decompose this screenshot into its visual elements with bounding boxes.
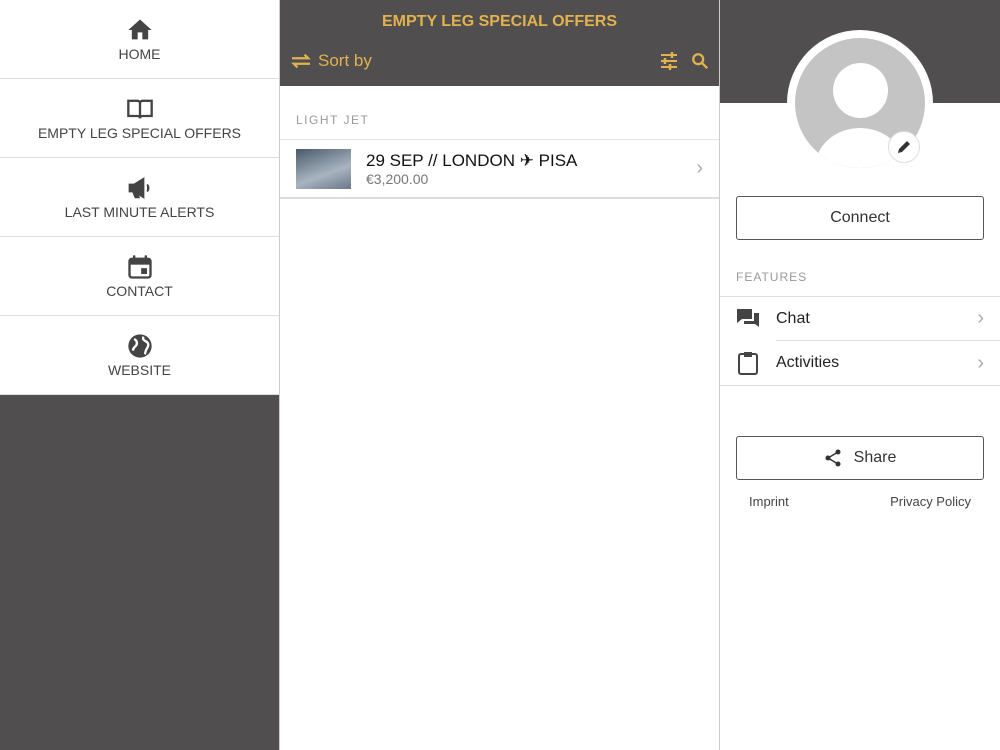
nav-item-contact[interactable]: CONTACT <box>0 237 279 316</box>
globe-icon <box>127 334 152 358</box>
nav-label: HOME <box>118 46 161 62</box>
nav-label: CONTACT <box>106 283 173 299</box>
imprint-link[interactable]: Imprint <box>749 494 789 509</box>
clipboard-icon <box>738 352 758 375</box>
nav-label: LAST MINUTE ALERTS <box>64 204 215 220</box>
offer-title: 29 SEP // LONDON ✈ PISA <box>366 150 578 170</box>
share-label: Share <box>853 449 897 466</box>
privacy-policy-link[interactable]: Privacy Policy <box>890 494 971 509</box>
features-label: FEATURES <box>736 270 808 284</box>
feature-label: Chat <box>776 309 810 327</box>
jet-thumbnail <box>296 148 351 189</box>
offers-panel: EMPTY LEG SPECIAL OFFERS Sort by LIGHT J… <box>280 0 720 750</box>
calendar-icon <box>127 255 152 279</box>
feature-chat[interactable]: Chat › <box>720 297 1000 341</box>
nav-label: EMPTY LEG SPECIAL OFFERS <box>37 125 242 141</box>
chevron-right-icon: › <box>696 157 703 179</box>
share-button[interactable]: Share <box>736 436 984 480</box>
nav-item-last-minute[interactable]: LAST MINUTE ALERTS <box>0 158 279 237</box>
megaphone-icon <box>128 177 149 199</box>
feature-activities[interactable]: Activities › <box>720 341 1000 385</box>
sort-button[interactable]: Sort by <box>290 51 372 71</box>
share-icon <box>825 449 841 467</box>
filter-sliders-icon[interactable] <box>659 51 679 71</box>
edit-pencil-icon[interactable] <box>888 131 920 163</box>
offer-price: €3,200.00 <box>366 170 429 187</box>
page-title: EMPTY LEG SPECIAL OFFERS <box>382 13 617 30</box>
connect-button[interactable]: Connect <box>736 196 984 240</box>
nav-item-empty-leg[interactable]: EMPTY LEG SPECIAL OFFERS <box>0 79 279 158</box>
side-menu: HOME EMPTY LEG SPECIAL OFFERS LAST MINUT… <box>0 0 280 750</box>
nav-item-website[interactable]: WEBSITE <box>0 316 279 395</box>
chat-icon <box>737 309 759 327</box>
section-header: LIGHT JET <box>280 86 719 140</box>
feature-label: Activities <box>776 354 840 371</box>
chevron-right-icon: › <box>977 351 984 374</box>
offer-row[interactable]: 29 SEP // LONDON ✈ PISA €3,200.00 › <box>280 140 719 199</box>
swap-arrows-icon <box>291 53 311 69</box>
chevron-right-icon: › <box>977 307 984 329</box>
nav-item-home[interactable]: HOME <box>0 0 279 79</box>
sort-label: Sort by <box>318 51 372 70</box>
home-icon <box>127 19 152 40</box>
nav-label: WEBSITE <box>107 362 171 378</box>
book-icon <box>126 99 153 119</box>
search-icon[interactable] <box>691 52 709 70</box>
profile-panel: Connect FEATURES Chat › Activities › Share… <box>720 0 1000 750</box>
